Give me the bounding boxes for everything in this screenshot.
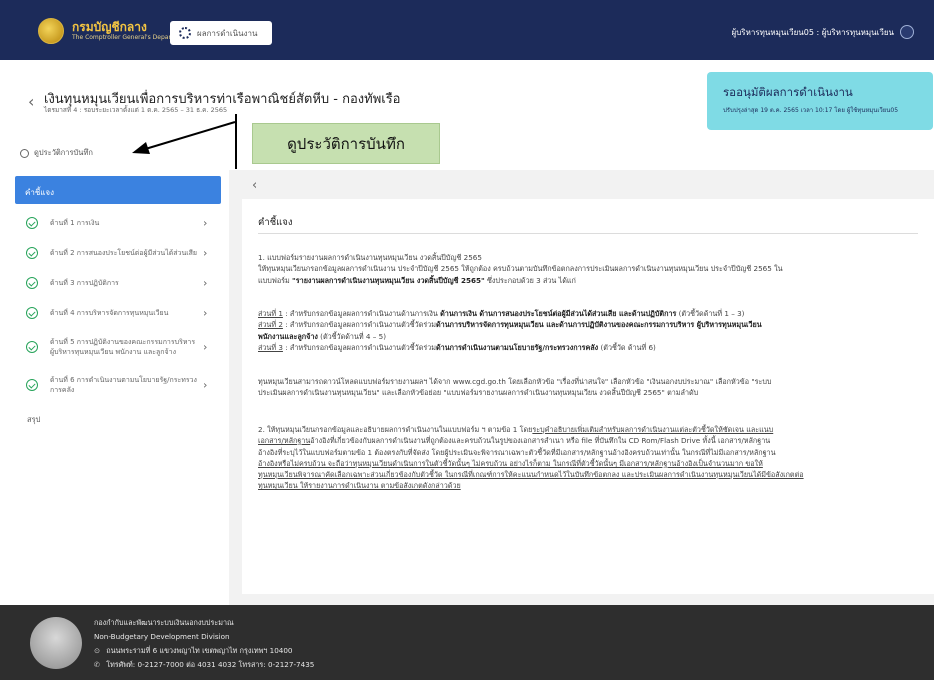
sidebar-item-stakeholders[interactable]: ด้านที่ 2 การสนองประโยชน์ต่อผู้มีส่วนได้… [15, 238, 222, 268]
section-3-line: ส่วนที่ 3 : สำหรับกรอกข้อมูลผลการดำเนินง… [258, 342, 656, 352]
card-title: คำชี้แจง [258, 217, 293, 228]
history-link-label: ดูประวัติการบันทึก [34, 148, 93, 157]
chevron-right-icon: › [203, 216, 208, 230]
divider [258, 233, 918, 234]
check-circle-icon [26, 217, 38, 229]
status-title: รออนุมัติผลการดำเนินงาน [723, 85, 853, 99]
instructions-card: คำชี้แจง 1. แบบฟอร์มรายงานผลการดำเนินงาน… [242, 199, 934, 594]
sidebar-item-label: ด้านที่ 1 การเงิน [50, 219, 100, 227]
section-list: ส่วนที่ 1 : สำหรับกรอกข้อมูลผลการดำเนินง… [258, 308, 918, 353]
text-line: อ้างอิงที่ระบุไว้ในแบบฟอร์มตามข้อ 1 ต้อง… [258, 447, 776, 457]
section-1-line: ส่วนที่ 1 : สำหรับกรอกข้อมูลผลการดำเนินง… [258, 309, 745, 318]
sidebar-item-policy[interactable]: ด้านที่ 6 การดำเนินงานตามนโยบายรัฐ/กระทร… [15, 366, 222, 404]
check-circle-icon [26, 277, 38, 289]
sidebar-item-label: ด้านที่ 6 การดำเนินงานตามนโยบายรัฐ/กระทร… [50, 376, 197, 394]
user-menu[interactable]: ผู้บริหารทุนหมุนเวียน05 : ผู้บริหารทุนหม… [731, 25, 914, 39]
user-avatar-icon[interactable] [900, 25, 914, 39]
text-line: ทุนหมุนเวียนพิจารณาคัดเลือกเฉพาะส่วนเกี่… [258, 470, 804, 480]
brand-logo[interactable]: กรมบัญชีกลาง The Comptroller General's D… [38, 18, 189, 44]
text-line: แบบฟอร์ม "รายงานผลการดำเนินงานทุนหมุนเวี… [258, 275, 576, 285]
sidebar-item-label: ด้านที่ 5 การปฏิบัติงานของคณะกรรมการบริห… [50, 338, 196, 356]
sidebar-item-label: ด้านที่ 4 การบริหารจัดการทุนหมุนเวียน [50, 309, 169, 317]
check-circle-icon [26, 307, 38, 319]
performance-nav-label: ผลการดำเนินงาน [197, 28, 258, 38]
sidebar-item-board[interactable]: ด้านที่ 5 การปฏิบัติงานของคณะกรรมการบริห… [15, 328, 222, 366]
check-circle-icon [26, 247, 38, 259]
text-line: ทุนหมุนเวียนสามารถดาวน์โหลดแบบฟอร์มรายงา… [258, 377, 772, 386]
chevron-right-icon: › [203, 276, 208, 290]
status-card: รออนุมัติผลการดำเนินงาน ปรับปรุงล่าสุด 1… [707, 72, 933, 130]
sidebar-item-label: ด้านที่ 2 การสนองประโยชน์ต่อผู้มีส่วนได้… [50, 249, 198, 257]
footer-org-th: กองกำกับและพัฒนาระบบเงินนอกงบประมาณ [94, 618, 234, 627]
gear-icon [179, 27, 191, 39]
back-chevron-icon[interactable]: ‹ [28, 92, 34, 111]
chevron-right-icon: › [203, 340, 208, 354]
performance-nav-button[interactable]: ผลการดำเนินงาน [170, 21, 272, 45]
text-line: ให้ทุนหมุนเวียนกรอกข้อมูลผลการดำเนินงาน … [258, 264, 783, 274]
footer-phone: โทรศัพท์: 0-2127-7000 ต่อ 4031 4032 โทรส… [106, 660, 315, 669]
section-2-line-cont: พนักงานและลูกจ้าง (ตัวชี้วัดด้านที่ 4 – … [258, 331, 387, 341]
user-name: ผู้บริหารทุนหมุนเวียน05 : ผู้บริหารทุนหม… [731, 27, 895, 37]
top-navigation-bar: กรมบัญชีกลาง The Comptroller General's D… [0, 0, 934, 60]
chevron-right-icon: › [203, 306, 208, 320]
section-2-line: ส่วนที่ 2 : สำหรับกรอกข้อมูลผลการดำเนินง… [258, 320, 762, 330]
text-line: ทุนหมุนเวียน ให้รายงานการดำเนินงาน ตามข้… [258, 481, 461, 491]
text-line: 2. ให้ทุนหมุนเวียนกรอกข้อมูลและอธิบายผลก… [258, 425, 774, 434]
status-detail: ปรับปรุงล่าสุด 19 ต.ค. 2565 เวลา 10:17 โ… [723, 107, 899, 114]
sidebar-item-instructions[interactable]: คำชี้แจง [15, 176, 221, 204]
location-pin-icon: ⊙ [94, 646, 101, 655]
department-seal-icon [38, 18, 64, 44]
garuda-emblem-icon [30, 617, 82, 669]
paragraph-1: 1. แบบฟอร์มรายงานผลการดำเนินงานทุนหมุนเว… [258, 252, 918, 286]
sidebar-item-summary[interactable]: สรุป [15, 404, 222, 426]
footer-phone-row: ✆ โทรศัพท์: 0-2127-7000 ต่อ 4031 4032 โท… [94, 658, 314, 672]
history-link[interactable]: ดูประวัติการบันทึก [20, 147, 93, 159]
content-back-icon[interactable]: ‹ [252, 178, 257, 193]
footer-contact: กองกำกับและพัฒนาระบบเงินนอกงบประมาณ Non-… [94, 616, 314, 672]
annotation-arrow-icon [132, 121, 236, 154]
footer-address: ถนนพระรามที่ 6 แขวงพญาไท เขตพญาไท กรุงเท… [106, 646, 293, 655]
footer: กองกำกับและพัฒนาระบบเงินนอกงบประมาณ Non-… [0, 605, 934, 680]
footer-org-en: Non-Budgetary Development Division [94, 632, 230, 641]
footer-address-row: ⊙ ถนนพระรามที่ 6 แขวงพญาไท เขตพญาไท กรุง… [94, 644, 314, 658]
text-line: 1. แบบฟอร์มรายงานผลการดำเนินงานทุนหมุนเว… [258, 253, 482, 262]
page-subtitle: ไตรมาสที่ 4 : รอบระยะเวลาตั้งแต่ 1 ต.ค. … [44, 106, 228, 114]
sidebar-item-label: ด้านที่ 3 การปฏิบัติการ [50, 279, 119, 287]
annotation-callout: ดูประวัติการบันทึก [252, 123, 440, 164]
chevron-right-icon: › [203, 246, 208, 260]
text-line: เอกสาร/หลักฐานอ้างอิงที่เกี่ยวข้องกับผลก… [258, 436, 771, 446]
paragraph-3: 2. ให้ทุนหมุนเวียนกรอกข้อมูลและอธิบายผลก… [258, 424, 918, 492]
paragraph-2: ทุนหมุนเวียนสามารถดาวน์โหลดแบบฟอร์มรายงา… [258, 376, 918, 399]
check-circle-icon [26, 341, 38, 353]
sidebar-item-management[interactable]: ด้านที่ 4 การบริหารจัดการทุนหมุนเวียน › [15, 298, 222, 328]
chevron-right-icon: › [203, 378, 208, 392]
sidebar-item-operations[interactable]: ด้านที่ 3 การปฏิบัติการ › [15, 268, 222, 298]
phone-icon: ✆ [94, 660, 101, 669]
sidebar-item-finance[interactable]: ด้านที่ 1 การเงิน › [15, 208, 222, 238]
clock-icon [20, 148, 29, 158]
text-line: อ้างอิงหรือไม่ครบถ้วน จะถือว่าทุนหมุนเวี… [258, 458, 763, 468]
check-circle-icon [26, 379, 38, 391]
sidebar: คำชี้แจง ด้านที่ 1 การเงิน › ด้านที่ 2 ก… [15, 176, 222, 426]
text-line: ประเมินผลการดำเนินงานทุนหมุนเวียน" และเล… [258, 388, 699, 398]
